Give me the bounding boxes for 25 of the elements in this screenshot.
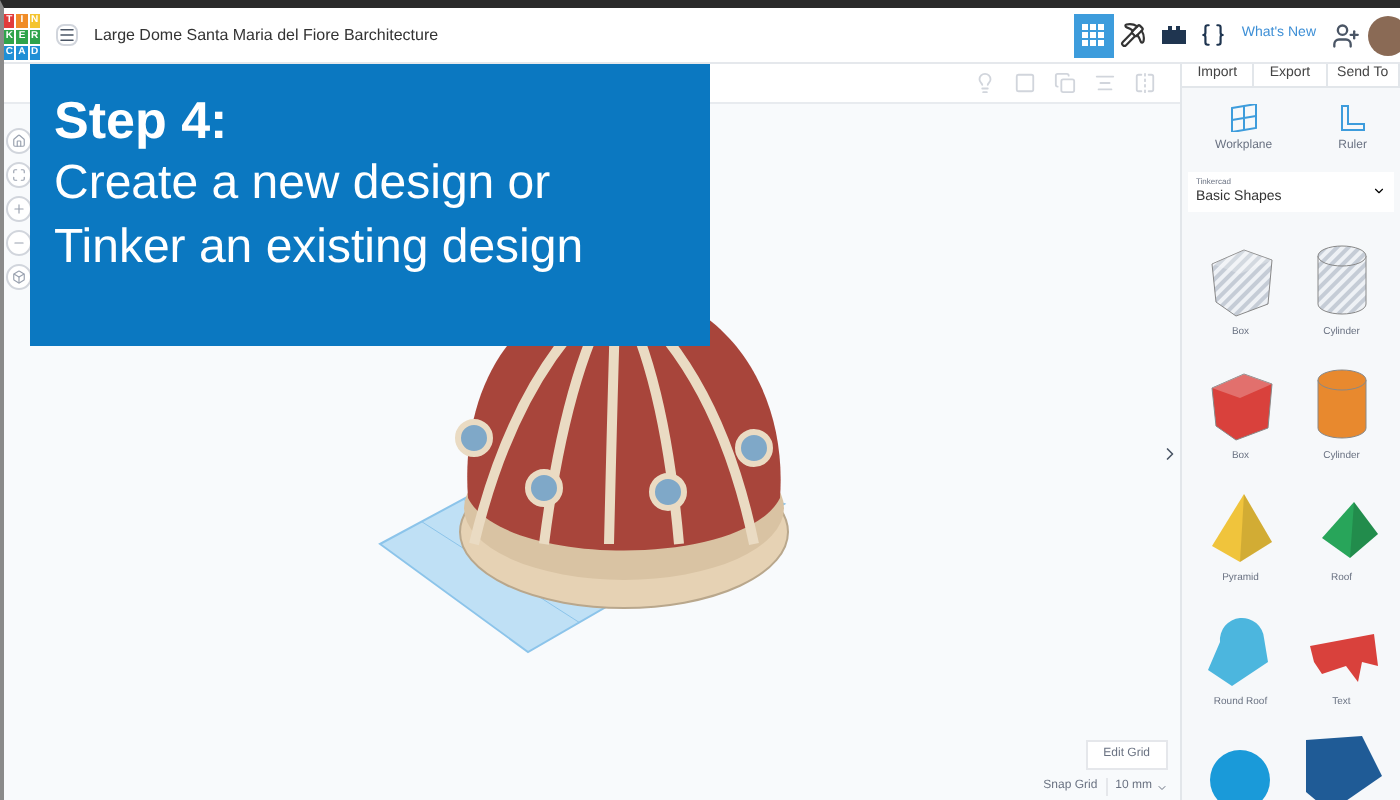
- step-title: Step 4:: [54, 88, 230, 152]
- home-icon: [12, 134, 26, 148]
- view-control[interactable]: [6, 230, 32, 256]
- view-control[interactable]: [6, 196, 32, 222]
- fit-view-icon: [12, 168, 26, 182]
- zoom-out-icon: [12, 236, 26, 250]
- view-control[interactable]: [6, 128, 32, 154]
- grid-icon: [1081, 23, 1106, 47]
- code-blocks-icon: [1200, 22, 1227, 48]
- cube-icon: [12, 270, 26, 284]
- zoom-in-icon: [12, 202, 26, 216]
- workplane-icon: [1229, 103, 1258, 131]
- pickaxe-icon: [1120, 22, 1147, 48]
- menu-icon[interactable]: [56, 24, 78, 46]
- step-text: Create a new design or: [54, 154, 553, 214]
- avatar[interactable]: [1368, 15, 1400, 55]
- caret-icon: [1372, 183, 1386, 197]
- user-add-icon[interactable]: [1332, 21, 1360, 49]
- design-title[interactable]: Large Dome Santa Maria del Fiore Barchitecture: [94, 23, 439, 47]
- view-control[interactable]: [6, 264, 32, 290]
- view-control[interactable]: [6, 162, 32, 188]
- ruler-icon: [1338, 103, 1367, 131]
- caret-icon: [1156, 781, 1168, 793]
- step-text: Tinker an existing design: [54, 218, 586, 278]
- brick-icon: [1161, 26, 1186, 44]
